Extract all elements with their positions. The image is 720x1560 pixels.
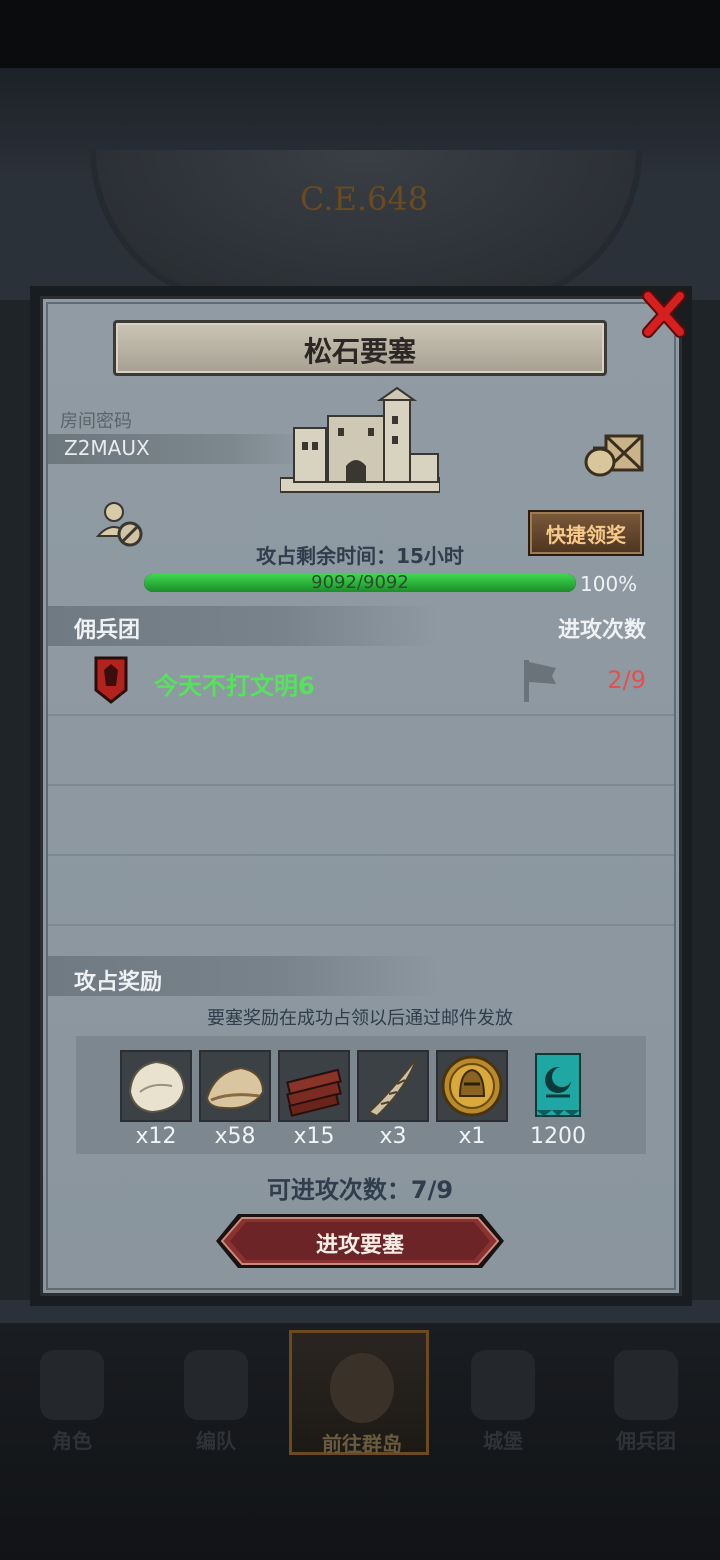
nav-tab-mercenary[interactable]: 佣兵团 [576, 1330, 716, 1455]
row-divider [48, 784, 674, 786]
guild-attack-count: 2/9 [607, 666, 646, 694]
room-password-label: 房间密码 [60, 411, 132, 432]
nav-tab-formation[interactable]: 编队 [146, 1330, 286, 1455]
mercenary-icon [614, 1350, 678, 1420]
map-left-edge [0, 300, 30, 1300]
reward-item-fur[interactable] [120, 1050, 192, 1122]
wood-planks-icon [286, 1068, 342, 1117]
reward-qty: x15 [293, 1124, 335, 1149]
nav-label: 城堡 [483, 1429, 523, 1453]
dialog-title: 松石要塞 [303, 335, 416, 368]
guild-name: 今天不打文明6 [154, 672, 315, 700]
capture-time-remaining: 攻占剩余时间：15小时 [256, 544, 464, 568]
reward-item-banner[interactable] [522, 1050, 594, 1122]
hide-leather-icon [205, 1066, 265, 1110]
nav-label: 编队 [196, 1429, 236, 1453]
attack-fortress-label: 进攻要塞 [315, 1233, 404, 1258]
reward-item-horn[interactable] [357, 1050, 429, 1122]
quick-claim-label: 快捷领奖 [546, 523, 626, 547]
mercenary-header: 佣兵团 [74, 618, 141, 643]
era-label: C.E.648 [300, 180, 429, 218]
nav-label: 佣兵团 [616, 1429, 676, 1453]
row-divider [48, 714, 674, 716]
hp-value: 9092/9092 [311, 572, 409, 593]
nav-tab-character[interactable]: 角色 [2, 1330, 142, 1455]
fortress-castle-icon [280, 386, 440, 493]
nav-tab-castle[interactable]: 城堡 [433, 1330, 573, 1455]
nav-label: 前往群岛 [322, 1432, 402, 1456]
reward-note: 要塞奖励在成功占领以后通过邮件发放 [207, 1008, 513, 1029]
bag-crate-icon[interactable] [584, 428, 646, 478]
fur-pelt-icon [128, 1060, 186, 1114]
row-divider [48, 854, 674, 856]
reward-qty: x12 [135, 1124, 177, 1149]
nav-tab-islands[interactable]: 前往群岛 [289, 1330, 429, 1456]
guild-banner-icon [94, 656, 128, 704]
reward-item-hide[interactable] [199, 1050, 271, 1122]
reward-qty: 1200 [530, 1124, 586, 1149]
map-right-edge [692, 300, 720, 1300]
status-bar [0, 0, 720, 68]
close-icon[interactable] [636, 286, 692, 342]
knight-icon [40, 1350, 104, 1420]
reward-item-wood[interactable] [278, 1050, 350, 1122]
castle-icon [471, 1350, 535, 1420]
compass-icon [330, 1353, 394, 1423]
reward-qty: x1 [458, 1124, 486, 1149]
reward-qty: x58 [214, 1124, 256, 1149]
hp-percent: 100% [580, 572, 638, 596]
remaining-attempts: 可进攻次数：7/9 [266, 1176, 454, 1204]
reward-qty: x3 [379, 1124, 407, 1149]
knight-helmet-coin-icon [441, 1055, 503, 1117]
guild-row[interactable] [48, 646, 674, 714]
no-user-icon[interactable] [96, 500, 146, 548]
row-divider [48, 924, 674, 926]
horn-icon [367, 1057, 418, 1118]
room-code[interactable]: Z2MAUX [64, 436, 150, 460]
era-dial [90, 150, 642, 306]
reward-header: 攻占奖励 [74, 970, 163, 995]
nav-label: 角色 [52, 1429, 92, 1453]
formation-icon [184, 1350, 248, 1420]
flag-icon [524, 660, 556, 702]
attack-count-header: 进攻次数 [557, 618, 646, 643]
banner-emblem-icon [535, 1053, 581, 1117]
reward-item-helmet[interactable] [436, 1050, 508, 1122]
